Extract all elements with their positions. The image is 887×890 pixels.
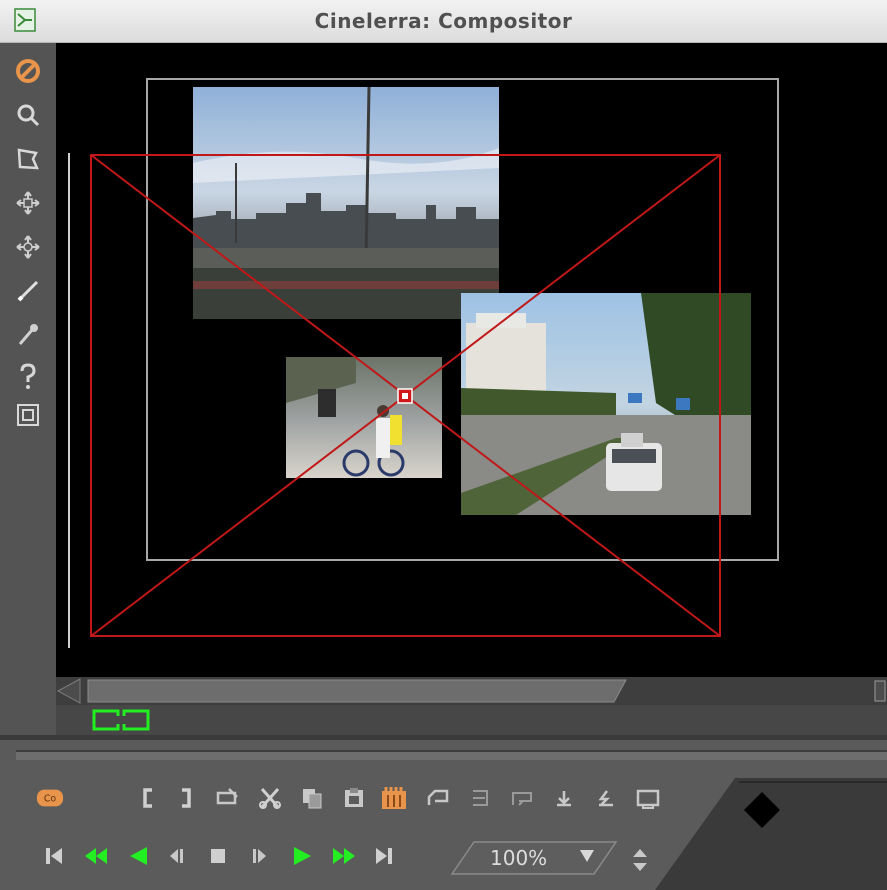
projector-icon[interactable] <box>14 233 42 261</box>
zoom-stepper-icon[interactable] <box>626 846 654 874</box>
zoom-icon[interactable] <box>14 101 42 129</box>
svg-text:Co: Co <box>44 794 57 805</box>
keyframe-panel <box>655 778 887 890</box>
splice-icon[interactable] <box>214 784 242 812</box>
stop-icon[interactable] <box>204 842 232 870</box>
scroll-thumb[interactable] <box>87 679 627 703</box>
center-handle[interactable] <box>397 388 413 404</box>
overwrite-icon[interactable] <box>592 784 620 812</box>
copy-icon[interactable] <box>298 784 326 812</box>
label-icon[interactable]: Co <box>36 784 64 812</box>
zoom-value: 100% <box>490 846 548 870</box>
help-icon[interactable] <box>14 363 42 391</box>
next-label-icon[interactable] <box>466 784 494 812</box>
in-point-icon[interactable] <box>134 784 162 812</box>
mask-icon[interactable] <box>14 145 42 173</box>
video-frame-cyclists <box>286 357 442 478</box>
window-title: Cinelerra: Compositor <box>314 9 573 33</box>
safe-region-icon[interactable] <box>14 401 42 429</box>
rewind-icon[interactable] <box>40 842 68 870</box>
next-edit-icon[interactable] <box>550 784 578 812</box>
frame-forward-icon[interactable] <box>246 842 274 870</box>
video-frame-highway <box>461 293 751 515</box>
play-icon[interactable] <box>288 842 316 870</box>
paste-icon[interactable] <box>340 784 368 812</box>
horizontal-scrollbar[interactable] <box>56 677 887 705</box>
frame-reverse-icon[interactable] <box>162 842 190 870</box>
video-frame-skyline <box>193 86 499 319</box>
prev-edit-icon[interactable] <box>508 784 536 812</box>
jump-end-icon[interactable] <box>370 842 398 870</box>
cut-icon[interactable] <box>256 784 284 812</box>
scroll-right-arrow[interactable] <box>874 680 886 702</box>
tool-palette <box>0 43 57 735</box>
fast-reverse-icon[interactable] <box>82 842 110 870</box>
title-bar: Cinelerra: Compositor <box>0 0 887 43</box>
clip-icon[interactable] <box>380 784 408 812</box>
divider <box>0 735 887 740</box>
reverse-icon[interactable] <box>124 842 152 870</box>
camera-icon[interactable] <box>14 189 42 217</box>
fit-icon[interactable] <box>92 708 152 732</box>
scroll-left-arrow[interactable] <box>56 678 81 704</box>
compositor-canvas[interactable] <box>56 43 887 677</box>
eyedropper-icon[interactable] <box>14 321 42 349</box>
fast-forward-icon[interactable] <box>330 842 358 870</box>
canvas-status-row <box>56 705 887 735</box>
out-point-icon[interactable] <box>172 784 200 812</box>
canvas-overlay <box>68 78 779 648</box>
crop-icon[interactable] <box>14 277 42 305</box>
protect-icon[interactable] <box>14 57 42 85</box>
prev-label-icon[interactable] <box>424 784 452 812</box>
